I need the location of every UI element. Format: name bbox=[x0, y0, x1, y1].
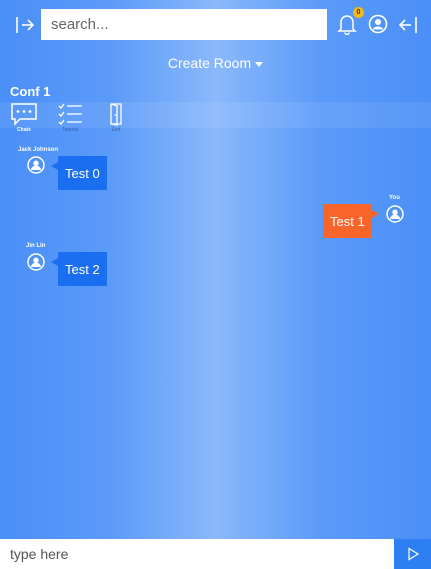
chat-bubble-icon bbox=[11, 103, 37, 126]
caret-down-icon bbox=[255, 61, 264, 67]
tab-exit-label: Exit bbox=[111, 127, 121, 133]
tab-chats-label: Chats bbox=[17, 127, 31, 133]
message-input[interactable] bbox=[0, 539, 394, 569]
send-button[interactable] bbox=[394, 539, 431, 569]
create-room-label: Create Room bbox=[167, 55, 252, 71]
message-bubble-incoming: Test 0 bbox=[51, 156, 107, 190]
user-avatar-icon bbox=[386, 205, 404, 223]
user-avatar-icon bbox=[27, 156, 45, 174]
send-arrow-icon bbox=[407, 547, 419, 561]
create-room-dropdown[interactable]: Create Room bbox=[0, 55, 431, 71]
message-sender-name: You bbox=[389, 195, 400, 201]
top-bar: 0 bbox=[0, 0, 431, 50]
notification-count-badge: 0 bbox=[353, 7, 364, 18]
message-bubble-outgoing: Test 1 bbox=[323, 204, 379, 238]
room-title: Conf 1 bbox=[10, 84, 51, 99]
collapse-sidebar-icon[interactable] bbox=[395, 12, 421, 38]
checklist-icon bbox=[58, 103, 82, 125]
door-icon bbox=[110, 103, 122, 126]
tab-tutorial-label: Tutorial bbox=[61, 127, 79, 133]
message-sender-name: Jack Johnson bbox=[18, 147, 59, 153]
expand-sidebar-icon[interactable] bbox=[12, 12, 38, 38]
search-input[interactable] bbox=[41, 9, 327, 40]
message-bubble-incoming: Test 2 bbox=[51, 252, 107, 286]
user-avatar-icon bbox=[27, 253, 45, 271]
message-composer bbox=[0, 539, 431, 569]
tab-tutorial[interactable]: Tutorial bbox=[55, 102, 85, 133]
tab-exit[interactable]: Exit bbox=[101, 102, 131, 133]
tab-chats[interactable]: Chats bbox=[9, 102, 39, 133]
message-sender-name: Jin Lin bbox=[26, 243, 46, 249]
profile-icon[interactable] bbox=[366, 12, 390, 36]
